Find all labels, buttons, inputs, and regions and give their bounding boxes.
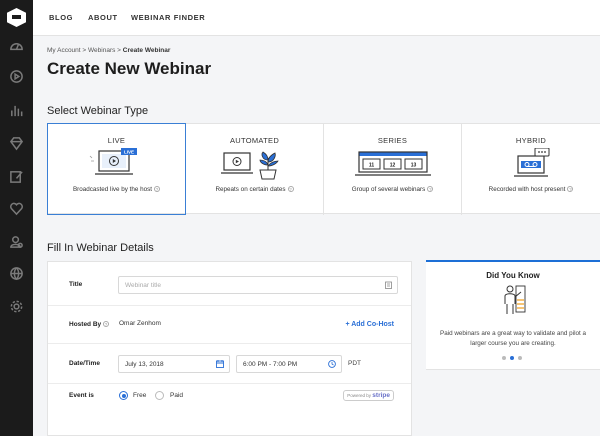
type-card-hybrid[interactable]: HYBRID Recorded with host present? bbox=[462, 124, 600, 215]
datetime-label: Date/Time bbox=[69, 360, 100, 367]
select-type-heading: Select Webinar Type bbox=[47, 105, 149, 117]
details-heading: Fill In Webinar Details bbox=[47, 242, 154, 254]
breadcrumb-current: Create Webinar bbox=[122, 47, 171, 54]
play-icon[interactable] bbox=[8, 68, 25, 85]
series-num: 12 bbox=[389, 163, 395, 169]
globe-icon[interactable] bbox=[8, 265, 25, 282]
date-input[interactable]: July 13, 2018 bbox=[118, 355, 230, 373]
help-icon[interactable]: ? bbox=[102, 321, 109, 327]
radio-paid[interactable] bbox=[155, 391, 164, 400]
calendar-icon[interactable] bbox=[216, 360, 224, 368]
type-desc: Group of several webinars? bbox=[351, 186, 434, 193]
event-type-row: Event is Free Paid Powered by stripe bbox=[48, 384, 411, 412]
type-desc: Broadcasted live by the host? bbox=[72, 186, 161, 193]
breadcrumb-my-account[interactable]: My Account bbox=[47, 47, 81, 54]
did-you-know-panel: Did You Know Paid webinars are a great w… bbox=[426, 260, 600, 370]
carousel-dot[interactable] bbox=[502, 356, 506, 360]
hosted-by-label: Hosted By ? bbox=[69, 321, 109, 328]
nav-webinar-finder[interactable]: WEBINAR FINDER bbox=[131, 13, 205, 22]
live-illustration: LIVE bbox=[89, 148, 137, 175]
type-name: LIVE bbox=[107, 136, 126, 145]
title-input[interactable]: Webinar title bbox=[118, 276, 398, 294]
type-desc: Recorded with host present? bbox=[488, 186, 574, 193]
time-input[interactable]: 6:00 PM - 7:00 PM bbox=[236, 355, 342, 373]
type-card-automated[interactable]: AUTOMATED Repeats on certain dates? bbox=[186, 124, 324, 215]
webinar-type-selector: LIVE LIVE Broadcasted live by the host? … bbox=[47, 123, 600, 215]
did-you-know-title: Did You Know bbox=[486, 271, 540, 280]
clipboard-icon bbox=[385, 281, 392, 289]
radio-free[interactable] bbox=[119, 391, 128, 400]
host-name: Omar Zenhom bbox=[119, 320, 161, 327]
help-icon[interactable]: ? bbox=[287, 186, 294, 193]
live-badge: LIVE bbox=[123, 150, 133, 155]
type-name: HYBRID bbox=[515, 136, 547, 145]
breadcrumb-separator: > bbox=[115, 47, 123, 54]
stats-icon[interactable] bbox=[8, 102, 25, 119]
series-num: 13 bbox=[410, 163, 416, 169]
logo[interactable] bbox=[7, 8, 26, 27]
sidebar bbox=[0, 0, 33, 436]
lock-icon[interactable] bbox=[8, 233, 25, 250]
help-icon[interactable]: ? bbox=[154, 186, 161, 193]
edit-icon[interactable] bbox=[8, 168, 25, 185]
carousel-dot[interactable] bbox=[518, 356, 522, 360]
page-title: Create New Webinar bbox=[47, 59, 212, 78]
dashboard-icon[interactable] bbox=[8, 38, 25, 55]
top-nav: BLOG ABOUT WEBINAR FINDER bbox=[33, 0, 600, 36]
title-row: Title Webinar title bbox=[48, 262, 411, 306]
option-paid-label[interactable]: Paid bbox=[170, 392, 183, 399]
nav-blog[interactable]: BLOG bbox=[49, 13, 73, 22]
hosted-by-row: Hosted By ? Omar Zenhom + Add Co-Host bbox=[48, 306, 411, 344]
breadcrumb-separator: > bbox=[80, 47, 89, 54]
type-card-series[interactable]: SERIES 11 12 13 Group of several webinar… bbox=[324, 124, 462, 215]
timezone[interactable]: PDT bbox=[348, 360, 361, 367]
series-illustration: 11 12 13 bbox=[354, 151, 431, 176]
gear-icon[interactable] bbox=[8, 298, 25, 315]
type-desc: Repeats on certain dates? bbox=[215, 186, 294, 193]
nav-about[interactable]: ABOUT bbox=[88, 13, 118, 22]
type-name: SERIES bbox=[377, 136, 408, 145]
hybrid-illustration bbox=[514, 148, 550, 177]
clock-icon[interactable] bbox=[328, 360, 336, 368]
automated-illustration bbox=[220, 151, 279, 180]
series-num: 11 bbox=[368, 163, 374, 169]
gem-icon[interactable] bbox=[8, 135, 25, 152]
breadcrumb: My Account > Webinars > Create Webinar bbox=[47, 47, 170, 54]
help-icon[interactable]: ? bbox=[567, 186, 574, 193]
did-you-know-text: Paid webinars are a great way to validat… bbox=[440, 330, 586, 347]
add-cohost-button[interactable]: + Add Co-Host bbox=[345, 321, 394, 328]
datetime-row: Date/Time July 13, 2018 6:00 PM - 7:00 P… bbox=[48, 344, 411, 384]
type-card-live[interactable]: LIVE LIVE Broadcasted live by the host? bbox=[47, 123, 186, 215]
help-icon[interactable]: ? bbox=[427, 186, 434, 193]
presenter-icon bbox=[504, 285, 526, 314]
powered-by-stripe[interactable]: Powered by stripe bbox=[343, 390, 394, 401]
heart-icon[interactable] bbox=[8, 200, 25, 217]
breadcrumb-webinars[interactable]: Webinars bbox=[88, 47, 115, 54]
title-label: Title bbox=[69, 281, 83, 288]
event-label: Event is bbox=[69, 392, 94, 399]
type-name: AUTOMATED bbox=[229, 136, 280, 145]
option-free-label[interactable]: Free bbox=[133, 392, 146, 399]
webinar-details-form: Title Webinar title Hosted By ? Omar Zen… bbox=[47, 261, 412, 436]
carousel-dot-active[interactable] bbox=[510, 356, 514, 360]
